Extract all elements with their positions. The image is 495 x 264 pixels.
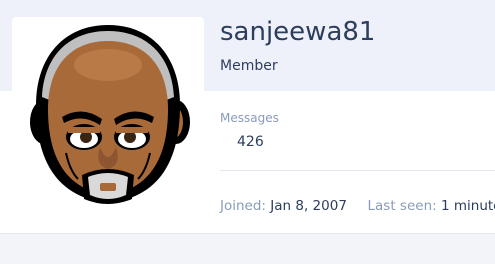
divider bbox=[220, 170, 495, 171]
user-title: Member bbox=[220, 58, 278, 74]
member-avatar[interactable] bbox=[12, 17, 204, 209]
last-seen-label: Last seen: bbox=[367, 198, 437, 214]
bald-man-avatar-icon bbox=[30, 25, 190, 204]
messages-count[interactable]: 426 bbox=[237, 134, 264, 150]
joined-label: Joined: bbox=[220, 198, 266, 214]
messages-label: Messages bbox=[220, 111, 279, 125]
last-seen-value: 1 minute ago bbox=[440, 198, 495, 214]
member-meta: Joined: Jan 8, 2007 Last seen: 1 minute … bbox=[220, 198, 495, 214]
joined-date: Jan 8, 2007 bbox=[270, 198, 347, 214]
member-card: sanjeewa81 Member Messages 426 Joined: J… bbox=[0, 0, 495, 234]
username[interactable]: sanjeewa81 bbox=[220, 17, 375, 47]
